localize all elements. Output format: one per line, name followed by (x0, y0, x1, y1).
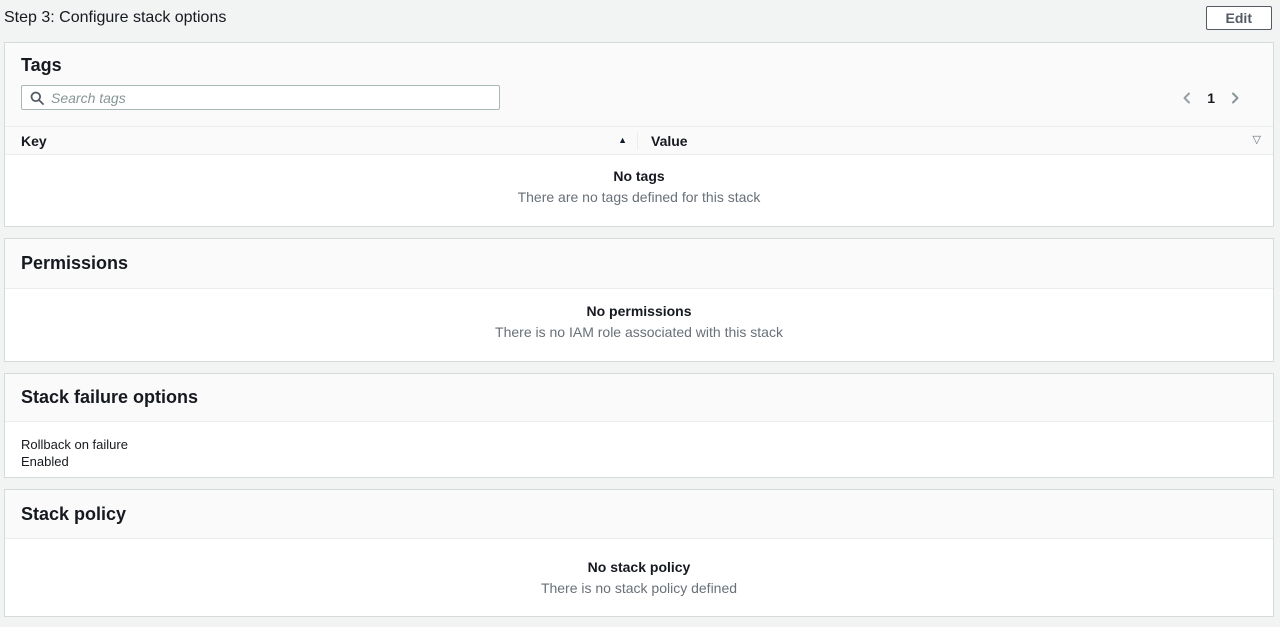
column-value-label: Value (651, 133, 688, 149)
filter-icon[interactable]: ▽ (1253, 135, 1261, 146)
permissions-section-header: Permissions (5, 239, 1273, 289)
stack-policy-empty-description: There is no stack policy defined (5, 580, 1273, 596)
chevron-right-icon[interactable] (1227, 89, 1243, 107)
tags-table-column-value[interactable]: Value ▽ (638, 133, 1273, 149)
rollback-on-failure-value: Enabled (21, 454, 1257, 470)
tags-empty-state: No tags There are no tags defined for th… (5, 155, 1273, 205)
stack-policy-empty-state: No stack policy There is no stack policy… (5, 539, 1273, 596)
page-title: Step 3: Configure stack options (4, 6, 226, 27)
stack-failure-options-header: Stack failure options (5, 374, 1273, 422)
rollback-on-failure-label: Rollback on failure (21, 437, 1257, 453)
stack-policy-empty-title: No stack policy (5, 559, 1273, 575)
tags-table-header-row: Key ▲ Value ▽ (5, 127, 1273, 155)
tags-pagination: 1 (1179, 89, 1257, 107)
edit-button[interactable]: Edit (1206, 6, 1272, 30)
tags-section-title: Tags (21, 55, 1257, 76)
tags-section: Tags 1 Key ▲ Value (4, 42, 1274, 227)
stack-policy-section: Stack policy No stack policy There is no… (4, 489, 1274, 617)
permissions-empty-title: No permissions (5, 303, 1273, 319)
stack-failure-options-title: Stack failure options (21, 387, 198, 408)
step-header-bar: Step 3: Configure stack options Edit (0, 0, 1280, 42)
permissions-empty-description: There is no IAM role associated with thi… (5, 324, 1273, 340)
permissions-section-title: Permissions (21, 253, 128, 274)
tags-search-input[interactable] (51, 90, 491, 106)
permissions-section: Permissions No permissions There is no I… (4, 238, 1274, 362)
stack-failure-options-body: Rollback on failure Enabled (5, 422, 1273, 470)
stack-failure-options-section: Stack failure options Rollback on failur… (4, 373, 1274, 478)
sort-ascending-icon[interactable]: ▲ (618, 136, 627, 145)
stack-policy-header: Stack policy (5, 490, 1273, 539)
search-icon (30, 91, 44, 105)
current-page-number[interactable]: 1 (1203, 90, 1219, 106)
permissions-empty-state: No permissions There is no IAM role asso… (5, 289, 1273, 340)
tags-empty-title: No tags (5, 168, 1273, 184)
chevron-left-icon[interactable] (1179, 89, 1195, 107)
tags-empty-description: There are no tags defined for this stack (5, 189, 1273, 205)
tags-controls-row: 1 (21, 85, 1257, 110)
column-key-label: Key (21, 133, 47, 149)
tags-section-header: Tags 1 (5, 43, 1273, 127)
tags-table-column-key[interactable]: Key ▲ (5, 132, 638, 150)
tags-search-box[interactable] (21, 85, 500, 110)
stack-policy-title: Stack policy (21, 504, 126, 525)
